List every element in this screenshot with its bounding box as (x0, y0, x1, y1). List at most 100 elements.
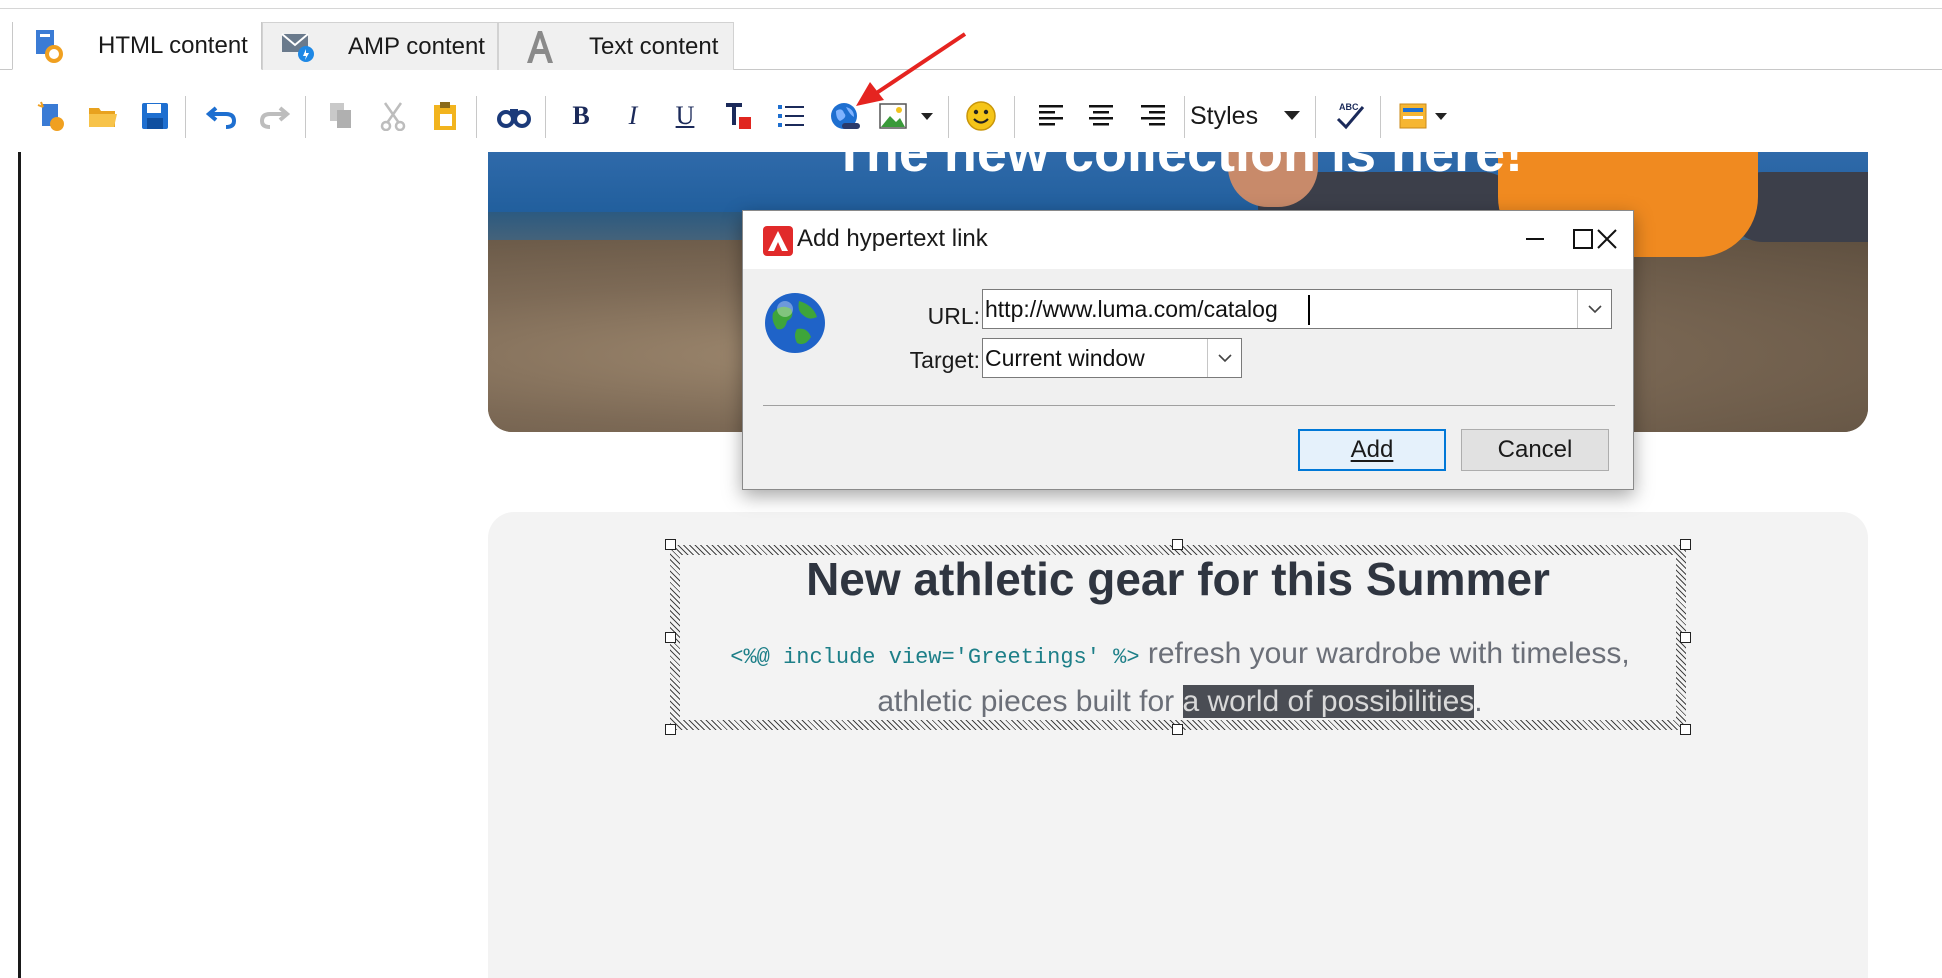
bold-button[interactable]: B (560, 88, 602, 144)
chevron-down-icon (1435, 113, 1447, 120)
target-dropdown-button[interactable] (1207, 339, 1241, 377)
italic-button[interactable]: I (612, 88, 654, 144)
resize-handle[interactable] (1680, 539, 1691, 550)
minimize-button[interactable] (1513, 219, 1557, 259)
bullet-list-icon (778, 105, 804, 127)
chevron-down-icon (1217, 354, 1232, 363)
align-left-icon (1039, 105, 1063, 126)
add-hypertext-link-dialog: Add hypertext link URL: Target: Current … (742, 210, 1634, 490)
text-content-icon (519, 27, 561, 67)
save-button[interactable] (134, 88, 176, 144)
resize-handle[interactable] (1172, 724, 1183, 735)
personalization-code: <%@ include view='Greetings' %> (730, 645, 1140, 670)
chevron-down-icon (1587, 305, 1602, 314)
find-button[interactable] (492, 88, 536, 144)
layout-button[interactable] (1392, 88, 1434, 144)
text-caret (1308, 295, 1310, 325)
binoculars-icon (497, 109, 531, 128)
globe-icon (763, 291, 827, 355)
layout-dropdown-button[interactable] (1430, 88, 1452, 144)
close-icon (1597, 229, 1617, 249)
toolbar-separator (545, 96, 546, 138)
cut-button[interactable] (372, 88, 414, 144)
new-document-button[interactable] (30, 88, 72, 144)
copy-icon (330, 103, 351, 128)
styles-dropdown-label: Styles (1190, 101, 1259, 130)
content-tab-bar: HTML content AMP content Text content (0, 18, 1942, 70)
undo-icon (206, 106, 237, 129)
url-input[interactable] (983, 290, 1573, 328)
dialog-title: Add hypertext link (797, 225, 988, 252)
underline-button[interactable]: U (664, 88, 706, 144)
align-center-icon (1089, 105, 1113, 126)
new-document-icon (37, 101, 64, 131)
url-dropdown-button[interactable] (1577, 290, 1611, 328)
tab-html-content[interactable]: HTML content (12, 22, 262, 70)
editor-left-border (18, 152, 21, 978)
adobe-logo-icon (763, 226, 793, 256)
save-icon (142, 103, 168, 129)
cancel-button[interactable]: Cancel (1461, 429, 1609, 471)
resize-handle[interactable] (1680, 632, 1691, 643)
toolbar-separator (1014, 96, 1015, 138)
editor-toolbar: B I U Styles ABC (0, 88, 1942, 144)
target-select[interactable]: Current window (982, 338, 1242, 378)
content-body-text[interactable]: <%@ include view='Greetings' %> refresh … (682, 632, 1678, 724)
dialog-divider (763, 405, 1615, 406)
add-button[interactable]: Add (1298, 429, 1446, 471)
resize-handle[interactable] (665, 724, 676, 735)
redo-icon (259, 106, 290, 129)
resize-handle[interactable] (665, 539, 676, 550)
layout-block-icon (1399, 103, 1427, 129)
top-divider (0, 8, 1942, 9)
url-combobox[interactable] (982, 289, 1612, 329)
tab-amp-content-label: AMP content (348, 32, 485, 60)
align-right-button[interactable] (1132, 88, 1174, 144)
chevron-down-icon (921, 113, 933, 120)
tab-text-content-label: Text content (589, 32, 719, 60)
redo-button[interactable] (252, 88, 296, 144)
dialog-titlebar[interactable]: Add hypertext link (743, 211, 1633, 269)
spell-check-button[interactable]: ABC (1328, 88, 1372, 144)
toolbar-separator (305, 96, 306, 138)
align-right-icon (1141, 105, 1165, 126)
paste-icon (434, 102, 456, 130)
minimize-icon (1526, 238, 1544, 240)
svg-text:ABC: ABC (1339, 102, 1359, 112)
selected-text-highlight: a world of possibilities (1182, 685, 1475, 718)
paste-button[interactable] (424, 88, 466, 144)
open-button[interactable] (82, 88, 124, 144)
url-label: URL: (927, 303, 980, 329)
text-color-icon (726, 103, 751, 129)
add-button-label: Add (1350, 436, 1394, 463)
tab-text-content[interactable]: Text content (498, 22, 734, 70)
resize-handle[interactable] (1680, 724, 1691, 735)
cancel-button-label: Cancel (1497, 436, 1573, 463)
text-color-button[interactable] (716, 88, 760, 144)
annotation-arrow-icon (856, 32, 967, 106)
toolbar-separator (476, 96, 477, 138)
bullet-list-button[interactable] (770, 88, 812, 144)
resize-handle[interactable] (665, 632, 676, 643)
copy-button[interactable] (320, 88, 362, 144)
target-selected-value: Current window (985, 345, 1145, 371)
target-label: Target: (909, 347, 980, 373)
amp-content-icon (278, 27, 320, 67)
resize-handle[interactable] (1172, 539, 1183, 550)
tab-html-content-label: HTML content (98, 31, 248, 59)
content-heading[interactable]: New athletic gear for this Summer (670, 552, 1686, 606)
undo-button[interactable] (200, 88, 244, 144)
align-left-button[interactable] (1030, 88, 1072, 144)
align-center-button[interactable] (1080, 88, 1122, 144)
toolbar-separator (1315, 96, 1316, 138)
spell-check-icon: ABC (1336, 102, 1365, 130)
hero-title: The new collection is here! (832, 152, 1524, 183)
html-content-icon (28, 26, 70, 66)
chevron-down-icon (1284, 111, 1300, 120)
toolbar-separator (1184, 96, 1185, 138)
body-text-end: . (1474, 685, 1483, 718)
styles-dropdown[interactable]: Styles (1190, 96, 1308, 136)
toolbar-separator (185, 96, 186, 138)
tab-amp-content[interactable]: AMP content (262, 22, 498, 70)
close-button[interactable] (1585, 219, 1629, 259)
